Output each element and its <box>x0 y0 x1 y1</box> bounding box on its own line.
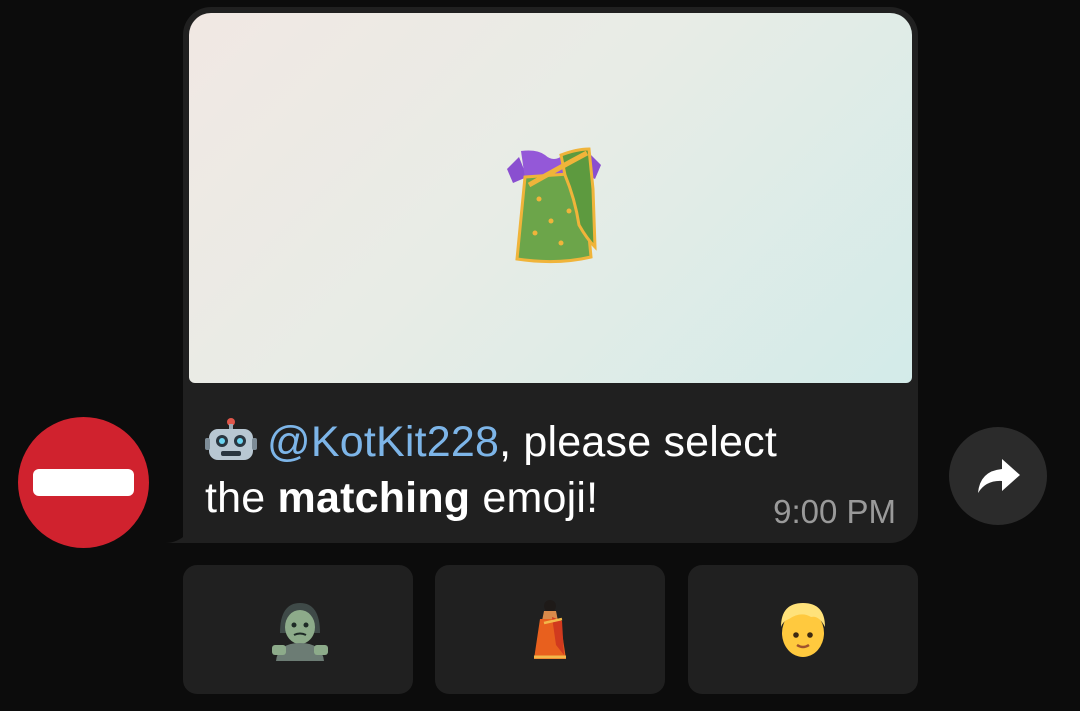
message-time: 9:00 PM <box>773 493 896 530</box>
caption-text-3: emoji! <box>470 474 599 522</box>
caption-text-2: the <box>205 474 278 522</box>
share-arrow-icon <box>978 459 1020 493</box>
message-image[interactable] <box>189 13 912 383</box>
sari-icon <box>534 600 566 659</box>
caption-text-bold: matching <box>277 474 471 522</box>
sender-avatar[interactable] <box>18 417 149 548</box>
caption-text-1: , please select <box>499 418 778 466</box>
sari-icon <box>507 147 601 264</box>
emoji-option-button-1[interactable] <box>183 565 413 694</box>
user-mention-link[interactable]: @KotKit228 <box>267 418 499 466</box>
forward-button[interactable] <box>949 427 1047 525</box>
no-entry-icon <box>33 469 134 496</box>
robot-icon <box>205 418 257 460</box>
zombie-icon <box>272 603 328 661</box>
emoji-option-button-2[interactable] <box>435 565 665 694</box>
chat-screen: @KotKit228, please select the matching em… <box>0 0 1080 711</box>
message-bubble[interactable]: @KotKit228, please select the matching em… <box>183 7 918 543</box>
person-blond-hair-icon <box>781 603 825 657</box>
emoji-option-button-3[interactable] <box>688 565 918 694</box>
